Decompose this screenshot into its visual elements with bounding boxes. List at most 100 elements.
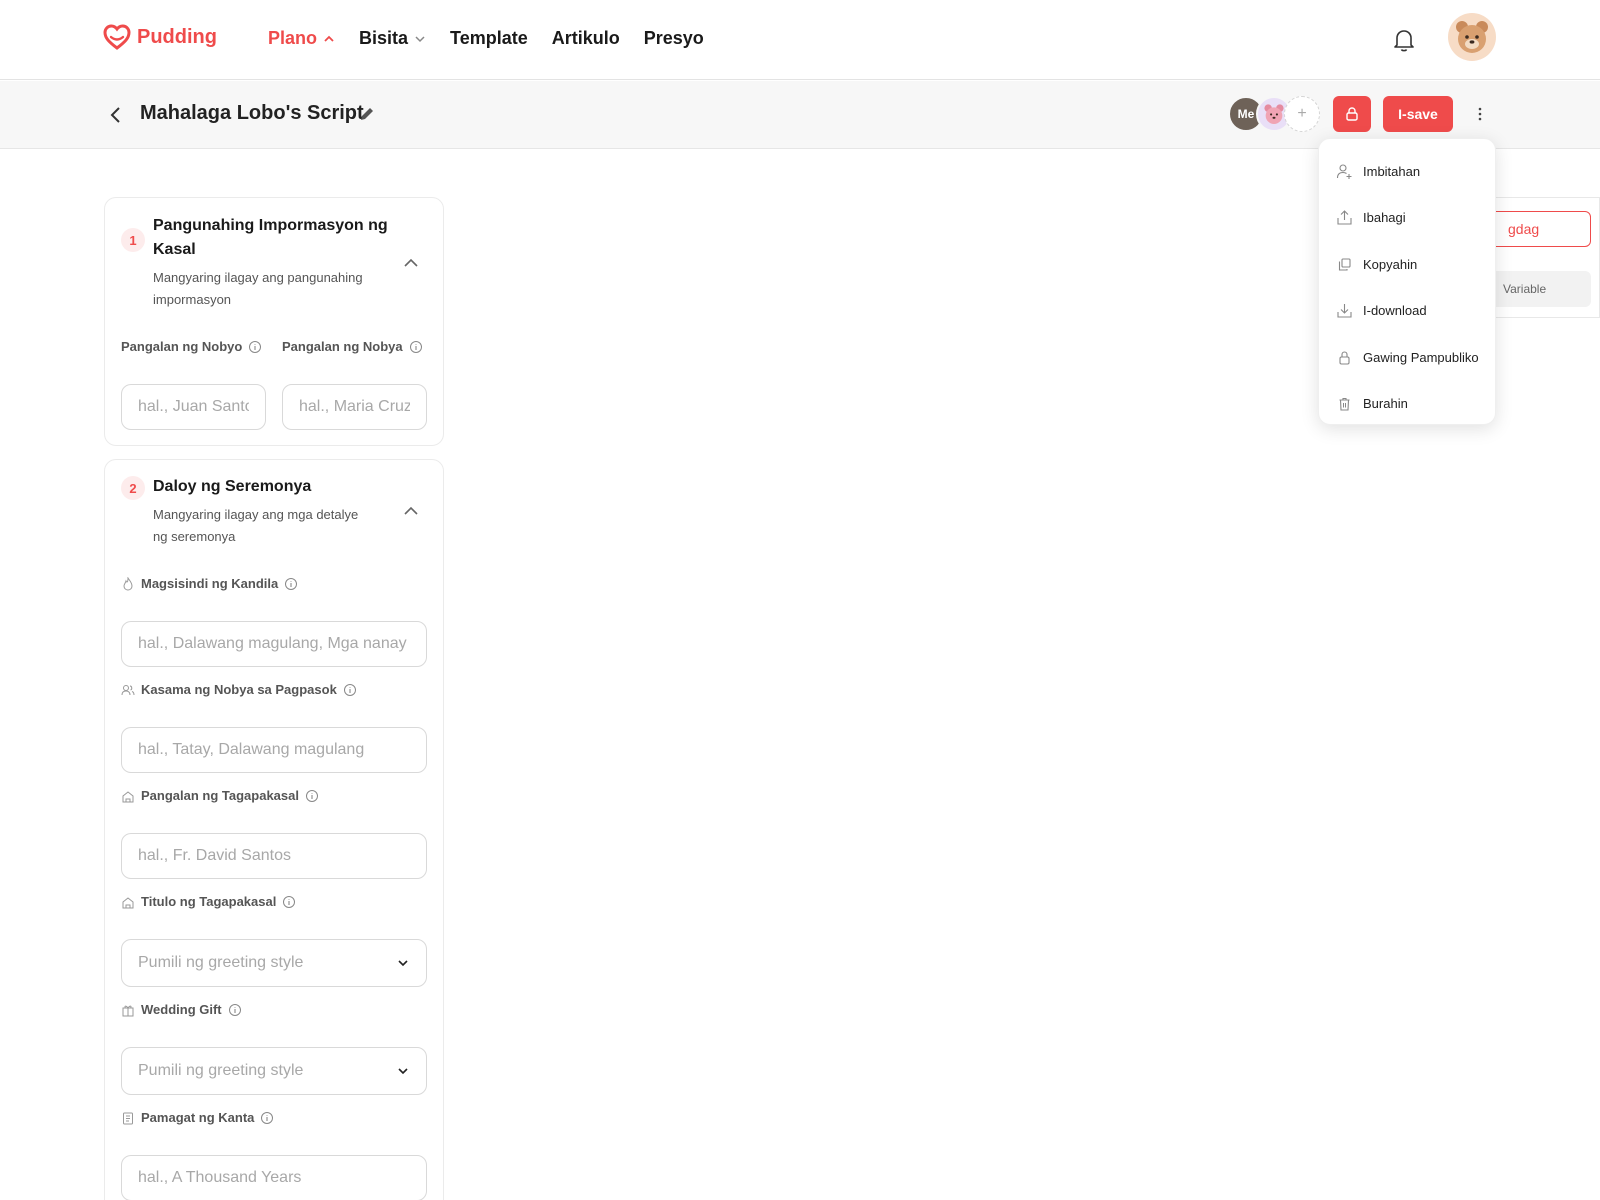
people-icon	[121, 684, 135, 695]
menu-item-share[interactable]: Ibahagi	[1319, 195, 1495, 242]
field-label-bride-escort: Kasama ng Nobya sa Pagpasok	[121, 682, 357, 697]
kebab-menu-icon	[1478, 107, 1482, 121]
nav-item-label: Bisita	[359, 28, 409, 48]
bride-escort-input[interactable]	[121, 727, 427, 773]
nav-item-label: Template	[450, 28, 528, 48]
trash-icon	[1339, 398, 1350, 411]
heart-logo-icon	[103, 24, 131, 50]
user-plus-icon	[1336, 164, 1352, 179]
field-label-text: Kasama ng Nobya sa Pagpasok	[141, 682, 337, 697]
chevron-down-icon	[398, 960, 408, 967]
more-options-button[interactable]	[1470, 102, 1490, 126]
variable-button[interactable]: Variable	[1481, 271, 1591, 307]
add-collaborator-button[interactable]: +	[1284, 96, 1320, 132]
collapse-chevron-icon[interactable]	[402, 502, 420, 520]
download-icon	[1337, 304, 1352, 318]
menu-item-label: Kopyahin	[1363, 256, 1418, 272]
bell-icon[interactable]	[1390, 26, 1418, 54]
top-navbar: Pudding Plano Bisita Template Artikulo P…	[0, 0, 1600, 80]
info-icon[interactable]	[284, 577, 298, 591]
field-label-groom: Pangalan ng Nobyo	[121, 339, 262, 354]
copy-icon	[1338, 258, 1351, 271]
wedding-gift-select[interactable]: Pumili ng greeting style	[121, 1047, 427, 1095]
field-label-text: Magsisindi ng Kandila	[141, 576, 279, 591]
section-title: Daloy ng Seremonya	[153, 478, 312, 495]
chevron-down-icon	[398, 1068, 408, 1075]
menu-item-label: Burahin	[1363, 396, 1408, 412]
main-nav: Plano Bisita Template Artikulo Presyo	[268, 28, 704, 49]
menu-item-label: Imbitahan	[1363, 163, 1421, 179]
menu-item-make-public[interactable]: Gawing Pampubliko	[1319, 334, 1495, 381]
gift-icon	[122, 1005, 134, 1016]
chevron-down-icon	[415, 35, 425, 42]
menu-item-label: Gawing Pampubliko	[1363, 349, 1479, 365]
info-icon[interactable]	[228, 1003, 242, 1017]
select-value: Pumili ng greeting style	[138, 954, 304, 971]
groom-name-input[interactable]	[121, 384, 266, 430]
menu-item-download[interactable]: I-download	[1319, 288, 1495, 335]
collapse-chevron-icon[interactable]	[402, 254, 420, 272]
info-icon[interactable]	[409, 340, 423, 354]
save-button[interactable]: I-save	[1383, 96, 1453, 132]
info-icon[interactable]	[248, 340, 262, 354]
bride-name-input[interactable]	[282, 384, 427, 430]
menu-item-label: Ibahagi	[1363, 210, 1406, 226]
lock-button[interactable]	[1333, 96, 1371, 132]
brand-name: Pudding	[137, 25, 217, 48]
field-label-officiant: Pangalan ng Tagapakasal	[121, 788, 319, 803]
pencil-icon[interactable]	[358, 105, 376, 123]
field-label-wedding-gift: Wedding Gift	[121, 1002, 242, 1017]
section-basic-info: 1 Pangunahing Impormasyon ng Kasal Mangy…	[104, 197, 444, 446]
menu-item-copy[interactable]: Kopyahin	[1319, 241, 1495, 288]
section-ceremony-flow: 2 Daloy ng Seremonya Mangyaring ilagay a…	[104, 459, 444, 1200]
field-label-text: Pangalan ng Tagapakasal	[141, 788, 299, 803]
candle-lighter-input[interactable]	[121, 621, 427, 667]
field-label-text: Pamagat ng Kanta	[141, 1110, 255, 1125]
field-label-officiant-title: Titulo ng Tagapakasal	[121, 894, 296, 909]
add-button[interactable]: gdag	[1481, 211, 1591, 247]
info-icon[interactable]	[260, 1111, 274, 1125]
field-label-text: Pangalan ng Nobyo	[121, 339, 243, 354]
menu-item-invite[interactable]: Imbitahan	[1319, 148, 1495, 195]
info-icon[interactable]	[282, 895, 296, 909]
back-arrow-icon[interactable]	[106, 103, 126, 127]
field-label-text: Pangalan ng Nobya	[282, 339, 403, 354]
notes-icon	[123, 1112, 133, 1124]
menu-item-delete[interactable]: Burahin	[1319, 381, 1495, 428]
nav-item-plano[interactable]: Plano	[268, 28, 335, 49]
lock-icon	[1339, 351, 1350, 365]
nav-item-template[interactable]: Template	[450, 28, 528, 49]
church-icon	[122, 896, 134, 908]
nav-item-label: Presyo	[643, 28, 704, 48]
info-icon[interactable]	[343, 683, 357, 697]
field-label-song-title: Pamagat ng Kanta	[121, 1110, 274, 1125]
section-title: Pangunahing Impormasyon ng Kasal	[153, 217, 388, 258]
collaborators: Me +	[1228, 96, 1320, 132]
section-subtitle: Mangyaring ilagay ang mga detalye ng ser…	[153, 507, 359, 544]
church-icon	[122, 790, 134, 802]
nav-item-label: Plano	[268, 28, 318, 48]
user-avatar[interactable]	[1448, 13, 1496, 61]
chevron-up-icon	[324, 35, 334, 42]
nav-item-presyo[interactable]: Presyo	[644, 28, 704, 49]
step-number: 2	[121, 476, 145, 500]
bear-avatar-icon	[1456, 21, 1488, 53]
share-icon	[1337, 210, 1352, 225]
info-icon[interactable]	[305, 789, 319, 803]
lock-icon	[1346, 107, 1358, 121]
officiant-name-input[interactable]	[121, 833, 427, 879]
song-title-input[interactable]	[121, 1155, 427, 1200]
flame-icon	[123, 576, 133, 591]
field-label-text: Titulo ng Tagapakasal	[141, 894, 277, 909]
nav-item-bisita[interactable]: Bisita	[359, 28, 426, 49]
field-label-text: Wedding Gift	[141, 1002, 222, 1017]
officiant-title-select[interactable]: Pumili ng greeting style	[121, 939, 427, 987]
more-options-menu: Imbitahan Ibahagi Kopyahin I-download Ga…	[1318, 138, 1496, 425]
field-label-bride: Pangalan ng Nobya	[282, 339, 423, 354]
nav-item-label: Artikulo	[551, 28, 620, 48]
document-title: Mahalaga Lobo's Script	[140, 102, 364, 124]
step-number: 1	[121, 228, 145, 252]
menu-item-label: I-download	[1363, 303, 1427, 319]
nav-item-artikulo[interactable]: Artikulo	[552, 28, 620, 49]
brand-logo[interactable]: Pudding	[103, 24, 217, 50]
